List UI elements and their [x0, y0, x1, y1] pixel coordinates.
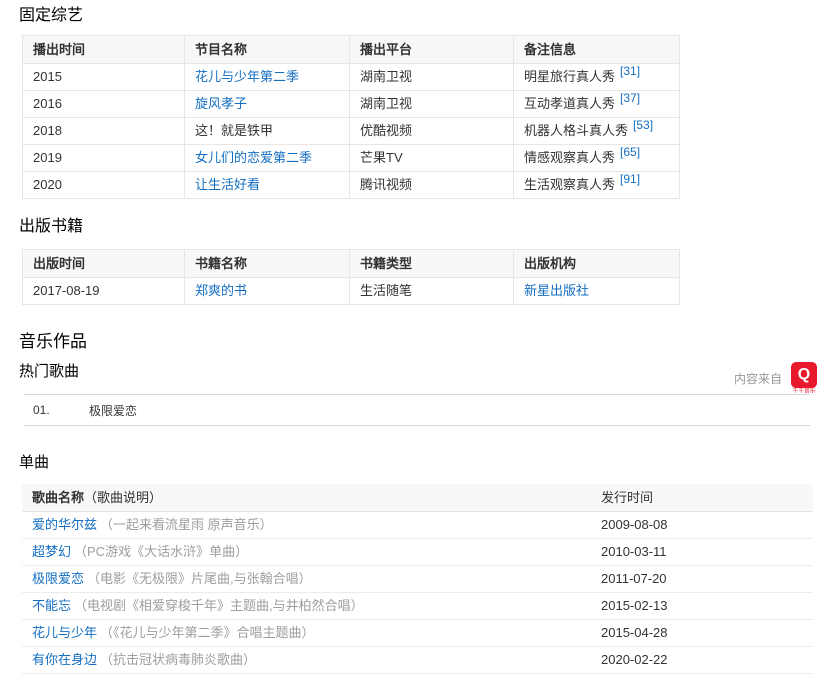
- table-row: 花儿与少年（《花儿与少年第二季》合唱主题曲） 2015-04-28: [22, 620, 813, 647]
- col-header-publish-time: 出版时间: [23, 250, 185, 278]
- col-header-book-name: 书籍名称: [185, 250, 350, 278]
- baike-article-section: 固定综艺 播出时间 节目名称 播出平台 备注信息 2015 花儿与少年第二季 湖…: [0, 0, 827, 684]
- broadcast-time: 2020: [23, 172, 185, 199]
- remark-text: 明星旅行真人秀: [524, 69, 615, 84]
- reference-link[interactable]: [65]: [620, 145, 640, 159]
- qianqian-q-icon: Q: [791, 362, 817, 388]
- hot-songs-list: 01. 极限爱恋: [24, 394, 810, 426]
- qianqian-music-logo[interactable]: Q 千千音乐: [788, 362, 820, 395]
- program-link[interactable]: 旋风孝子: [195, 96, 247, 111]
- books-header-row: 出版时间 书籍名称 书籍类型 出版机构: [23, 250, 680, 278]
- release-date: 2020-02-22: [591, 647, 813, 674]
- publisher-link[interactable]: 新星出版社: [524, 283, 589, 298]
- reference-link[interactable]: [31]: [620, 64, 640, 78]
- broadcast-time: 2015: [23, 64, 185, 91]
- platform: 湖南卫视: [350, 64, 514, 91]
- release-date: 2011-07-20: [591, 566, 813, 593]
- remark-text: 生活观察真人秀: [524, 177, 615, 192]
- table-row: 极限爱恋（电影《无极限》片尾曲,与张翰合唱） 2011-07-20: [22, 566, 813, 593]
- song-description: （一起来看流星雨 原声音乐）: [100, 517, 273, 532]
- book-type: 生活随笔: [350, 278, 514, 305]
- hot-song-row[interactable]: 01. 极限爱恋: [24, 395, 810, 426]
- table-row: 2017-08-19 郑爽的书 生活随笔 新星出版社: [23, 278, 680, 305]
- song-link[interactable]: 不能忘: [32, 598, 71, 613]
- reference-link[interactable]: [37]: [620, 91, 640, 105]
- song-description: （抗击冠状病毒肺炎歌曲）: [100, 652, 256, 667]
- publish-time: 2017-08-19: [23, 278, 185, 305]
- release-date: 2015-02-13: [591, 593, 813, 620]
- remark-text: 情感观察真人秀: [524, 150, 615, 165]
- platform: 优酷视频: [350, 118, 514, 145]
- table-row: 有你在身边（抗击冠状病毒肺炎歌曲） 2020-02-22: [22, 647, 813, 674]
- section-title-books: 出版书籍: [19, 217, 827, 237]
- song-description: （PC游戏《大话水浒》单曲）: [74, 544, 248, 559]
- song-link[interactable]: 极限爱恋: [32, 571, 84, 586]
- song-link[interactable]: 有你在身边: [32, 652, 97, 667]
- col-header-book-type: 书籍类型: [350, 250, 514, 278]
- remark-text: 互动孝道真人秀: [524, 96, 615, 111]
- song-description: （电影《无极限》片尾曲,与张翰合唱）: [87, 571, 312, 586]
- book-link[interactable]: 郑爽的书: [195, 283, 247, 298]
- platform: 腾讯视频: [350, 172, 514, 199]
- singles-table: 歌曲名称（歌曲说明） 发行时间 爱的华尔兹（一起来看流星雨 原声音乐） 2009…: [22, 484, 813, 674]
- subsection-title-hot-songs: 热门歌曲: [19, 363, 79, 380]
- platform: 湖南卫视: [350, 91, 514, 118]
- release-date: 2010-03-11: [591, 539, 813, 566]
- song-link[interactable]: 花儿与少年: [32, 625, 97, 640]
- hot-song-index: 01.: [33, 403, 89, 417]
- program-link[interactable]: 让生活好看: [195, 177, 260, 192]
- reference-link[interactable]: [53]: [633, 118, 653, 132]
- broadcast-time: 2018: [23, 118, 185, 145]
- table-row: 2019 女儿们的恋爱第二季 芒果TV 情感观察真人秀 [65]: [23, 145, 680, 172]
- col-header-remarks: 备注信息: [514, 36, 680, 64]
- col-header-song-name: 歌曲名称: [32, 490, 84, 505]
- broadcast-time: 2016: [23, 91, 185, 118]
- col-header-broadcast-time: 播出时间: [23, 36, 185, 64]
- col-header-song-note: （歌曲说明）: [84, 490, 162, 505]
- content-source-label: 内容来自: [734, 370, 782, 387]
- hot-songs-header: 热门歌曲 内容来自 Q 千千音乐: [19, 362, 820, 394]
- table-row: 不能忘（电视剧《相爱穿梭千年》主题曲,与井柏然合唱） 2015-02-13: [22, 593, 813, 620]
- song-link[interactable]: 超梦幻: [32, 544, 71, 559]
- remark-text: 机器人格斗真人秀: [524, 123, 628, 138]
- col-header-release-date: 发行时间: [591, 484, 813, 512]
- program-link[interactable]: 花儿与少年第二季: [195, 69, 299, 84]
- col-header-program-name: 节目名称: [185, 36, 350, 64]
- hot-song-name: 极限爱恋: [89, 402, 137, 419]
- song-description: （电视剧《相爱穿梭千年》主题曲,与井柏然合唱）: [74, 598, 364, 613]
- song-link[interactable]: 爱的华尔兹: [32, 517, 97, 532]
- variety-table: 播出时间 节目名称 播出平台 备注信息 2015 花儿与少年第二季 湖南卫视 明…: [22, 35, 680, 199]
- col-header-publisher: 出版机构: [514, 250, 680, 278]
- col-header-platform: 播出平台: [350, 36, 514, 64]
- reference-link[interactable]: [91]: [620, 172, 640, 186]
- section-title-variety: 固定综艺: [19, 6, 827, 26]
- song-description: （《花儿与少年第二季》合唱主题曲）: [100, 625, 315, 640]
- content-source: 内容来自 Q 千千音乐: [734, 362, 820, 395]
- table-row: 超梦幻（PC游戏《大话水浒》单曲） 2010-03-11: [22, 539, 813, 566]
- subsection-title-singles: 单曲: [19, 454, 827, 471]
- table-row: 2018 这！就是铁甲 优酷视频 机器人格斗真人秀 [53]: [23, 118, 680, 145]
- platform: 芒果TV: [350, 145, 514, 172]
- section-title-music: 音乐作品: [19, 331, 827, 353]
- table-row: 2020 让生活好看 腾讯视频 生活观察真人秀 [91]: [23, 172, 680, 199]
- singles-header-row: 歌曲名称（歌曲说明） 发行时间: [22, 484, 813, 512]
- qianqian-logo-caption: 千千音乐: [792, 389, 815, 393]
- variety-header-row: 播出时间 节目名称 播出平台 备注信息: [23, 36, 680, 64]
- release-date: 2015-04-28: [591, 620, 813, 647]
- table-row: 爱的华尔兹（一起来看流星雨 原声音乐） 2009-08-08: [22, 512, 813, 539]
- table-row: 2015 花儿与少年第二季 湖南卫视 明星旅行真人秀 [31]: [23, 64, 680, 91]
- release-date: 2009-08-08: [591, 512, 813, 539]
- program-link[interactable]: 女儿们的恋爱第二季: [195, 150, 312, 165]
- program-name-plain: 这！就是铁甲: [195, 123, 273, 138]
- table-row: 2016 旋风孝子 湖南卫视 互动孝道真人秀 [37]: [23, 91, 680, 118]
- books-table: 出版时间 书籍名称 书籍类型 出版机构 2017-08-19 郑爽的书 生活随笔…: [22, 249, 680, 305]
- broadcast-time: 2019: [23, 145, 185, 172]
